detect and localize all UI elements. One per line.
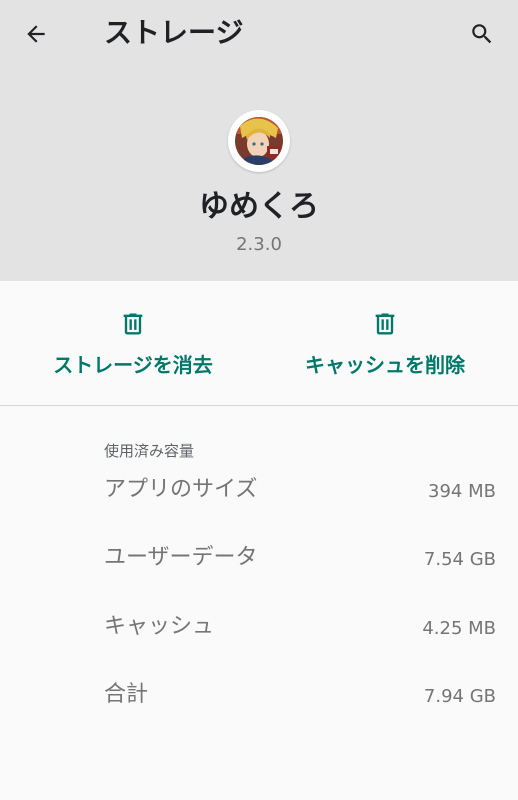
usage-row-label: アプリのサイズ: [104, 477, 258, 502]
usage-row-value: 4.25 MB: [422, 618, 496, 639]
usage-row-total: 合計 7.94 GB: [104, 677, 496, 713]
trash-icon: [375, 313, 395, 335]
app-icon: [228, 110, 290, 172]
usage-row-value: 7.54 GB: [423, 549, 496, 570]
app-name: ゆめくろ: [199, 189, 319, 224]
app-avatar-icon: [235, 117, 283, 165]
clear-cache-label: キャッシュを削除: [305, 353, 465, 377]
app-header: ストレージ ゆめくろ 2.3.0: [0, 0, 518, 281]
page-title: ストレージ: [104, 16, 244, 49]
usage-row-label: ユーザーデータ: [104, 545, 258, 570]
app-version: 2.3.0: [236, 234, 282, 255]
trash-icon: [123, 313, 143, 335]
usage-row-cache: キャッシュ 4.25 MB: [104, 609, 496, 645]
divider: [0, 405, 518, 406]
search-button[interactable]: [460, 12, 504, 56]
usage-row-app-size: アプリのサイズ 394 MB: [104, 472, 496, 508]
usage-row-value: 394 MB: [428, 481, 496, 502]
usage-row-label: 合計: [104, 682, 149, 707]
clear-cache-button[interactable]: キャッシュを削除: [272, 300, 498, 392]
clear-storage-label: ストレージを消去: [53, 353, 213, 377]
clear-storage-button[interactable]: ストレージを消去: [20, 300, 246, 392]
usage-row-user-data: ユーザーデータ 7.54 GB: [104, 540, 496, 576]
usage-row-label: キャッシュ: [104, 614, 215, 639]
search-icon: [472, 24, 492, 44]
clear-cache-icon-wrap: [371, 310, 399, 350]
arrow-back-icon: [27, 25, 45, 43]
usage-row-value: 7.94 GB: [423, 686, 496, 707]
clear-storage-icon-wrap: [119, 310, 147, 350]
usage-section-title: 使用済み容量: [104, 442, 195, 460]
back-button[interactable]: [14, 12, 58, 56]
